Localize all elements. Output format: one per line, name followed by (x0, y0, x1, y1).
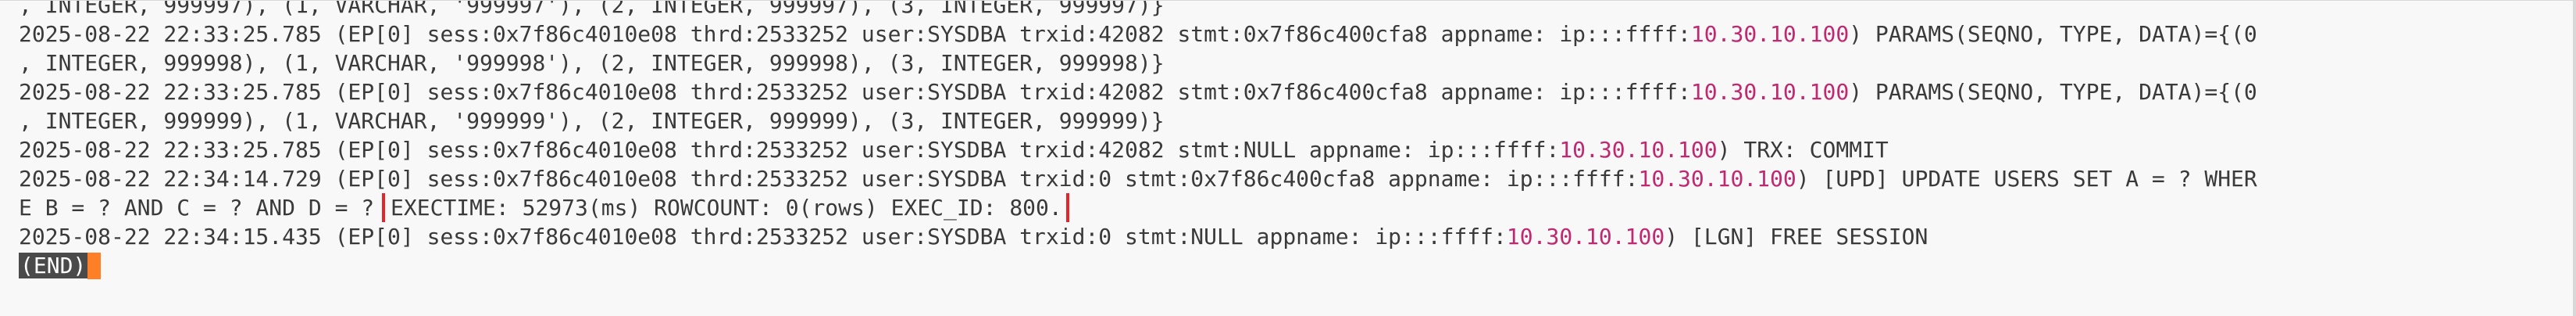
log-line: , INTEGER, 999999), (1, VARCHAR, '999999… (19, 106, 2565, 135)
log-text: , INTEGER, 999998), (1, VARCHAR, '999998… (19, 50, 1165, 76)
highlighted-exectime: EXECTIME: 52973(ms) ROWCOUNT: 0(rows) EX… (382, 193, 1069, 222)
cursor (87, 253, 102, 279)
terminal-window[interactable]: , INTEGER, 999997), (1, VARCHAR, '999997… (0, 0, 2576, 316)
log-text: ) [LGN] FREE SESSION (1664, 224, 1928, 250)
end-marker: (END) (19, 253, 88, 278)
log-line: 2025-08-22 22:34:15.435 (EP[0] sess:0x7f… (19, 222, 2565, 251)
log-text: ) TRX: COMMIT (1717, 137, 1889, 163)
log-text: ) [UPD] UPDATE USERS SET A = ? WHER (1796, 166, 2257, 192)
log-line: E B = ? AND C = ? AND D = ? EXECTIME: 52… (19, 193, 2565, 222)
ip-address: 10.30.10.100 (1638, 166, 1796, 192)
log-line: 2025-08-22 22:33:25.785 (EP[0] sess:0x7f… (19, 20, 2565, 48)
log-text: ) PARAMS(SEQNO, TYPE, DATA)={(0 (1849, 21, 2257, 47)
log-text: , INTEGER, 999999), (1, VARCHAR, '999999… (19, 108, 1165, 134)
log-line: , INTEGER, 999998), (1, VARCHAR, '999998… (19, 48, 2565, 77)
log-text: 2025-08-22 22:33:25.785 (EP[0] sess:0x7f… (19, 21, 1691, 47)
log-line: 2025-08-22 22:33:25.785 (EP[0] sess:0x7f… (19, 135, 2565, 164)
log-text: 2025-08-22 22:34:15.435 (EP[0] sess:0x7f… (19, 224, 1507, 250)
log-line: 2025-08-22 22:33:25.785 (EP[0] sess:0x7f… (19, 77, 2565, 106)
log-output: , INTEGER, 999997), (1, VARCHAR, '999997… (19, 0, 2565, 280)
log-line: , INTEGER, 999997), (1, VARCHAR, '999997… (19, 0, 2565, 20)
window-edge (2573, 1, 2576, 316)
log-text: , INTEGER, 999997), (1, VARCHAR, '999997… (19, 0, 1165, 18)
log-text: 2025-08-22 22:34:14.729 (EP[0] sess:0x7f… (19, 166, 1639, 192)
log-text: ) PARAMS(SEQNO, TYPE, DATA)={(0 (1849, 79, 2257, 105)
ip-address: 10.30.10.100 (1690, 21, 1850, 47)
ip-address: 10.30.10.100 (1559, 137, 1718, 163)
ip-address: 10.30.10.100 (1690, 79, 1850, 105)
log-text: 2025-08-22 22:33:25.785 (EP[0] sess:0x7f… (19, 79, 1691, 105)
ip-address: 10.30.10.100 (1506, 224, 1665, 250)
log-line: 2025-08-22 22:34:14.729 (EP[0] sess:0x7f… (19, 164, 2565, 193)
log-text: E B = ? AND C = ? AND D = ? (19, 195, 388, 221)
log-text: 2025-08-22 22:33:25.785 (EP[0] sess:0x7f… (19, 137, 1560, 163)
pager-status-line: (END) (19, 251, 2565, 280)
